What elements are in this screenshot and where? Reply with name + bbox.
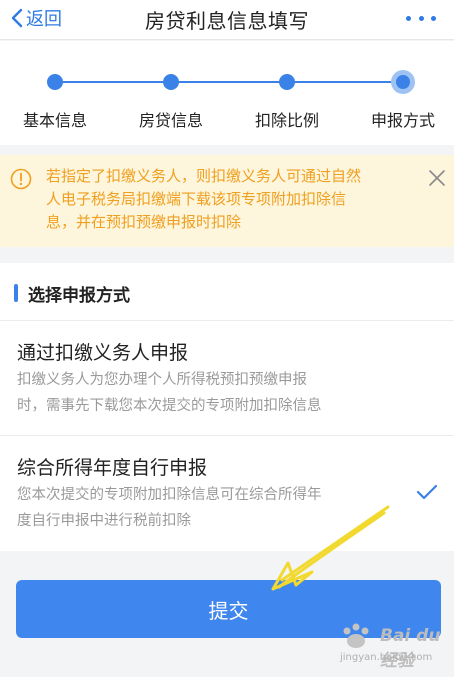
step-dot-loan-info [163,74,179,90]
watermark-brand: Bai du 经验 [380,626,441,671]
option-title: 通过扣缴义务人申报 [17,342,189,364]
notice-line: 息，并在预扣预缴申报时扣除 [46,213,242,231]
notice-text: 若指定了扣缴义务人，则扣缴义务人可通过自然 人电子税务局扣缴端下载该项专项附加扣… [46,165,406,234]
step-label-basic-info: 基本信息 [22,111,87,130]
warning-circle-icon [10,168,32,190]
section-title: 选择申报方式 [28,285,130,306]
option-desc-line: 时，需事先下载您本次提交的专项附加扣除信息 [17,398,322,414]
step-label-deduction-ratio: 扣除比例 [254,111,319,130]
option-title: 综合所得年度自行申报 [17,457,208,479]
step-label-filing-method: 申报方式 [370,111,435,130]
option-desc-line: 扣缴义务人为您办理个人所得税预扣预缴申报 [17,372,307,388]
section-header: 选择申报方式 [14,281,130,306]
page-title: 房贷利息信息填写 [145,9,309,33]
close-icon[interactable] [428,169,446,187]
submit-label: 提交 [208,598,249,623]
option-desc-line: 您本次提交的专项附加扣除信息可在综合所得年 [17,487,322,503]
more-dots-icon[interactable] [406,8,436,28]
option-desc-line: 度自行申报中进行税前扣除 [17,513,191,529]
step-dot-basic-info [47,74,63,90]
option-self-annual-filing[interactable]: 综合所得年度自行申报 您本次提交的专项附加扣除信息可在综合所得年 度自行申报中进… [0,436,454,550]
step-dot-filing-method [391,70,415,94]
option-description: 您本次提交的专项附加扣除信息可在综合所得年 度自行申报中进行税前扣除 [17,482,377,534]
notice-line: 人电子税务局扣缴端下载该项专项附加扣除信 [46,190,347,208]
notice-banner: 若指定了扣缴义务人，则扣缴义务人可通过自然 人电子税务局扣缴端下载该项专项附加扣… [0,155,454,247]
watermark-logo: Bai du 经验 jingyan.baidu.com [336,622,448,671]
checkmark-icon [416,484,438,500]
section-accent-bar [14,284,18,302]
stepper-line [55,81,403,83]
option-description: 扣缴义务人为您办理个人所得税预扣预缴申报 时，需事先下载您本次提交的专项附加扣除… [17,367,377,419]
progress-stepper: 基本信息 房贷信息 扣除比例 申报方式 [0,41,454,145]
option-withholding-agent[interactable]: 通过扣缴义务人申报 扣缴义务人为您办理个人所得税预扣预缴申报 时，需事先下载您本… [0,321,454,435]
navbar: 返回 房贷利息信息填写 [0,0,454,40]
watermark-url: jingyan.baidu.com [340,652,433,663]
step-dot-deduction-ratio [279,74,295,90]
filing-method-panel: 选择申报方式 通过扣缴义务人申报 扣缴义务人为您办理个人所得税预扣预缴申报 时，… [0,263,454,551]
step-label-loan-info: 房贷信息 [138,111,203,130]
paw-icon [343,623,369,648]
notice-line: 若指定了扣缴义务人，则扣缴义务人可通过自然 [46,167,362,185]
